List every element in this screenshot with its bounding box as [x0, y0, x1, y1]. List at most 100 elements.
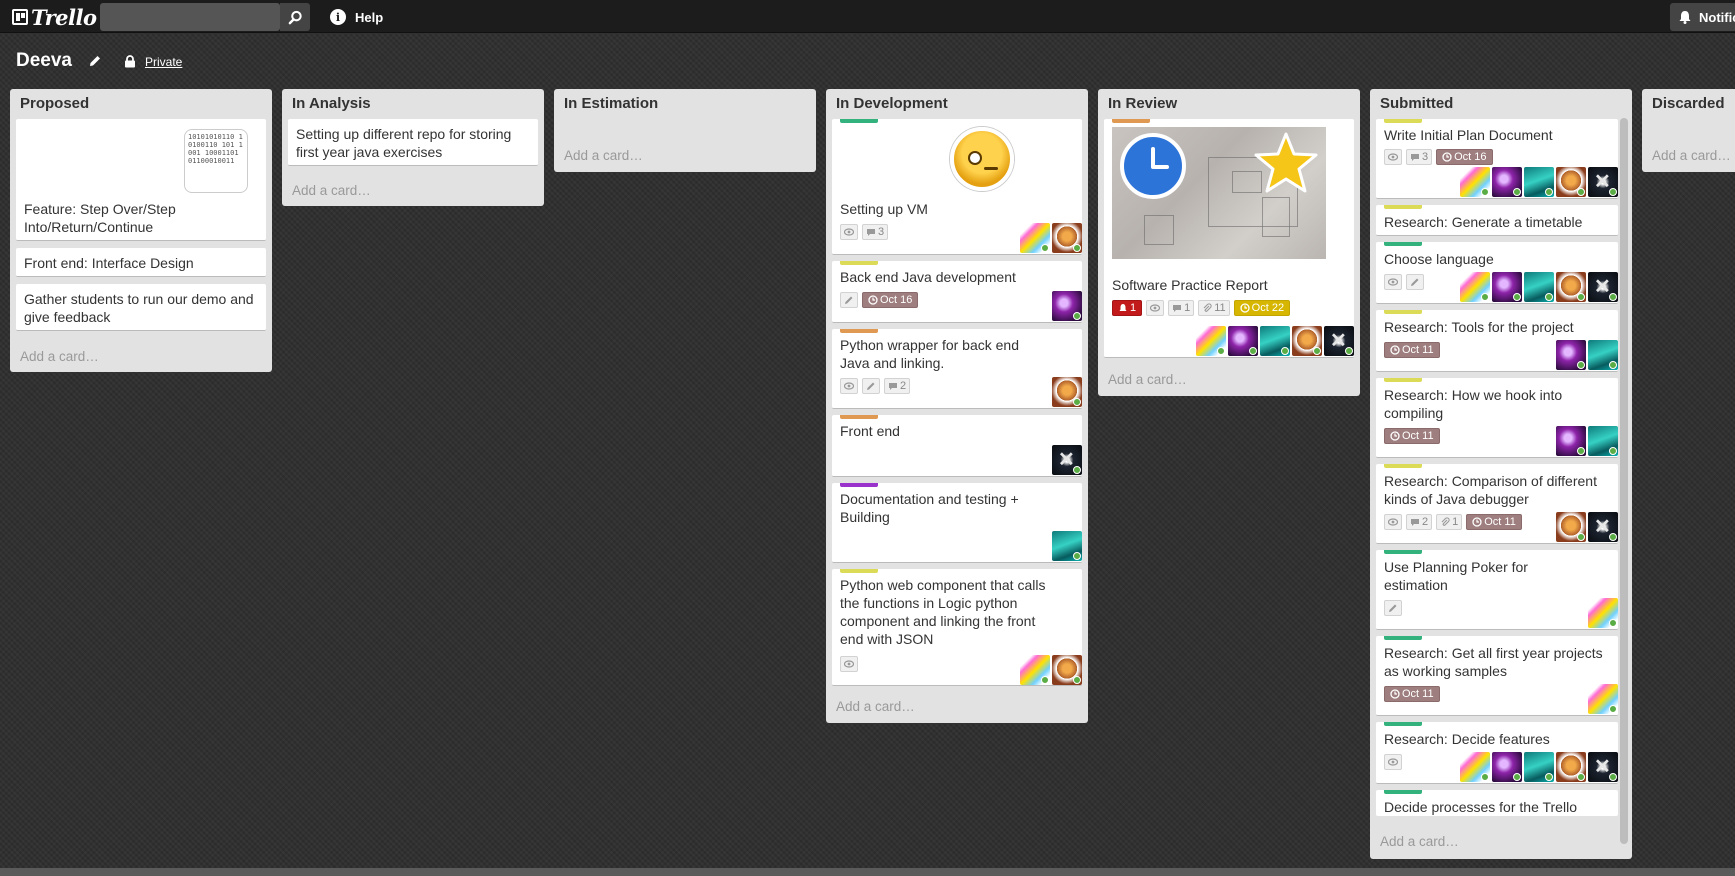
card[interactable]: Documentation and testing + Building [832, 483, 1082, 563]
pencil-icon[interactable] [88, 54, 102, 68]
card-members [1052, 377, 1082, 407]
add-card-link[interactable]: Add a card… [836, 699, 915, 714]
search-button[interactable] [280, 3, 310, 31]
member-avatar[interactable] [1052, 655, 1082, 685]
member-avatar[interactable] [1492, 752, 1522, 782]
card-members [1556, 426, 1618, 456]
member-avatar[interactable] [1588, 272, 1618, 302]
notifications-button[interactable]: Notifications [1670, 3, 1735, 31]
card[interactable]: Software Practice Report 1 1 11 Oct 22 [1104, 119, 1354, 358]
card-badges: 2 [840, 378, 911, 394]
member-avatar[interactable] [1524, 272, 1554, 302]
card[interactable]: Decide processes for the Trello [1376, 790, 1618, 816]
orange-label [840, 415, 878, 419]
member-avatar[interactable] [1052, 531, 1082, 561]
card[interactable]: Research: Tools for the project Oct 11 [1376, 310, 1618, 372]
card[interactable]: Research: Comparison of different kinds … [1376, 464, 1618, 544]
add-card-link[interactable]: Add a card… [564, 148, 643, 163]
list-title[interactable]: In Estimation [564, 95, 658, 112]
sketch-photo-cover [1112, 127, 1326, 259]
trello-logo[interactable]: Trello [12, 5, 97, 30]
list-title[interactable]: In Review [1108, 95, 1177, 112]
list-scrollbar[interactable] [1620, 118, 1628, 844]
board-horizontal-scrollbar[interactable] [0, 868, 1735, 876]
member-avatar[interactable] [1588, 340, 1618, 370]
card[interactable]: Research: Generate a timetable [1376, 205, 1618, 236]
member-avatar[interactable] [1052, 223, 1082, 253]
member-avatar[interactable] [1524, 752, 1554, 782]
list-title[interactable]: In Development [836, 95, 948, 112]
list-title[interactable]: Proposed [20, 95, 89, 112]
member-avatar[interactable] [1556, 512, 1586, 542]
member-avatar[interactable] [1460, 752, 1490, 782]
member-avatar[interactable] [1292, 326, 1322, 356]
member-avatar[interactable] [1052, 291, 1082, 321]
member-avatar[interactable] [1460, 167, 1490, 197]
search-input[interactable] [100, 3, 280, 31]
pencil-icon [845, 296, 853, 304]
member-avatar[interactable] [1196, 326, 1226, 356]
member-avatar[interactable] [1260, 326, 1290, 356]
card[interactable]: Write Initial Plan Document 3 Oct 16 [1376, 119, 1618, 199]
clock-icon [1472, 517, 1482, 527]
due-date-badge: Oct 11 [1384, 686, 1440, 702]
member-avatar[interactable] [1556, 272, 1586, 302]
member-avatar[interactable] [1460, 272, 1490, 302]
member-avatar[interactable] [1492, 167, 1522, 197]
add-card-link[interactable]: Add a card… [1108, 372, 1187, 387]
member-avatar[interactable] [1556, 426, 1586, 456]
add-card-link[interactable]: Add a card… [1652, 148, 1731, 163]
card[interactable]: Use Planning Poker for estimation [1376, 550, 1618, 630]
add-card-link[interactable]: Add a card… [1380, 834, 1459, 849]
list-title[interactable]: Submitted [1380, 95, 1453, 112]
member-avatar[interactable] [1052, 377, 1082, 407]
watching-badge [1384, 514, 1402, 530]
add-card-link[interactable]: Add a card… [20, 349, 99, 364]
comments-badge: 3 [1406, 149, 1433, 165]
list-title[interactable]: In Analysis [292, 95, 371, 112]
card[interactable]: Front end: Interface Design [16, 248, 266, 277]
card-members [1460, 752, 1618, 782]
green-label [840, 119, 878, 123]
member-avatar[interactable] [1556, 752, 1586, 782]
card[interactable]: Setting up different repo for storing fi… [288, 119, 538, 166]
member-avatar[interactable] [1324, 326, 1354, 356]
card[interactable]: Gather students to run our demo and give… [16, 284, 266, 331]
card[interactable]: Research: Get all first year projects as… [1376, 636, 1618, 716]
member-avatar[interactable] [1228, 326, 1258, 356]
card[interactable]: Back end Java development Oct 16 [832, 261, 1082, 323]
board-visibility-link[interactable]: Private [145, 55, 182, 69]
member-avatar[interactable] [1492, 272, 1522, 302]
card[interactable]: Python web component that calls the func… [832, 569, 1082, 686]
member-avatar[interactable] [1052, 445, 1082, 475]
board-title[interactable]: Deeva [16, 50, 72, 72]
member-avatar[interactable] [1588, 598, 1618, 628]
member-avatar[interactable] [1556, 167, 1586, 197]
card-members [1020, 655, 1082, 685]
add-card-link[interactable]: Add a card… [292, 183, 371, 198]
member-avatar[interactable] [1588, 167, 1618, 197]
member-avatar[interactable] [1588, 684, 1618, 714]
card-badges: Oct 11 [1384, 428, 1440, 444]
member-avatar[interactable] [1556, 340, 1586, 370]
description-badge [1384, 600, 1402, 616]
card[interactable]: Research: How we hook into compiling Oct… [1376, 378, 1618, 458]
member-avatar[interactable] [1020, 655, 1050, 685]
watching-badge [1384, 149, 1402, 165]
help-button[interactable]: i Help [330, 6, 383, 28]
member-avatar[interactable] [1524, 167, 1554, 197]
member-avatar[interactable] [1020, 223, 1050, 253]
help-label: Help [355, 9, 384, 25]
list-title[interactable]: Discarded [1652, 95, 1725, 112]
member-avatar[interactable] [1588, 752, 1618, 782]
member-avatar[interactable] [1588, 512, 1618, 542]
card-title: Feature: Step Over/Step Into/Return/Cont… [24, 201, 176, 235]
member-avatar[interactable] [1588, 426, 1618, 456]
card[interactable]: Front end [832, 415, 1082, 477]
card[interactable]: Choose language [1376, 242, 1618, 304]
card[interactable]: 10101010110 10100110 101 1001 10001101 0… [16, 119, 266, 241]
card[interactable]: Research: Decide features [1376, 722, 1618, 784]
card[interactable]: Python wrapper for back end Java and lin… [832, 329, 1082, 409]
due-date-badge: Oct 16 [1436, 149, 1493, 165]
card[interactable]: Setting up VM 3 [832, 119, 1082, 255]
